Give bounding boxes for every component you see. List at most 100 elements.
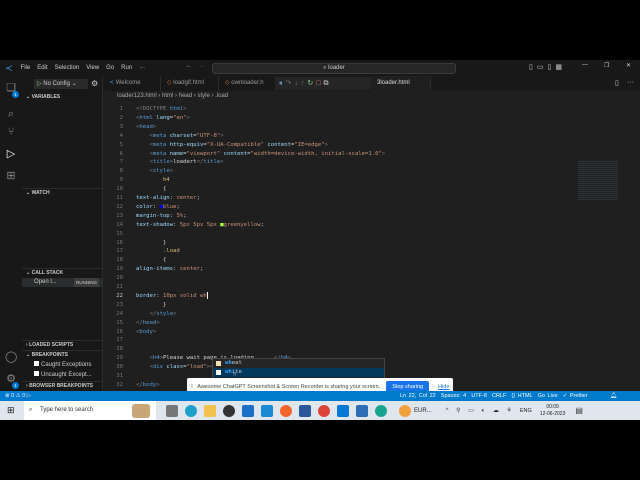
browser-breakpoints-section[interactable]: › BROWSER BREAKPOINTS (22, 381, 103, 390)
code-token: < (136, 355, 153, 362)
code-line: <!DOCTYPE html> (136, 105, 187, 114)
problems-indicator[interactable]: ⊗ 0 ⚠ 0 ▷ (5, 391, 31, 401)
menu-file[interactable]: File (21, 65, 31, 71)
tab-3loader[interactable]: 3loader.html (371, 76, 431, 91)
start-windows-icon[interactable]: ⊞ (7, 405, 15, 416)
checkbox[interactable] (34, 371, 39, 376)
debug-icon[interactable]: ▷ (27, 393, 31, 399)
accounts-icon[interactable]: ◯ (5, 351, 17, 363)
menu-edit[interactable]: Edit (37, 65, 47, 71)
cursor-position[interactable]: Ln 22, Col 22 (400, 393, 436, 399)
tab-loadgif[interactable]: ◇ loadgif.html (161, 76, 219, 91)
code-token: < (136, 364, 153, 371)
split-editor-icon[interactable]: ▯ (615, 79, 619, 87)
call-stack-section[interactable]: ⌄ CALL STACK (22, 268, 103, 277)
extensions-icon[interactable]: ⊞ (5, 170, 17, 182)
go-live[interactable]: Go Live (538, 393, 558, 399)
breadcrumb-head[interactable]: head (179, 93, 192, 99)
vscode-taskbar-icon[interactable] (337, 404, 349, 417)
status-right: Ln 22, Col 22 Spaces: 4 UTF-8 CRLF {} HT… (400, 391, 588, 401)
menu-view[interactable]: View (86, 65, 99, 71)
back-arrow-icon[interactable]: ← (186, 63, 192, 69)
menu-more[interactable]: ··· (139, 65, 145, 71)
breakpoint-uncaught[interactable]: Uncaught Except... (34, 371, 92, 378)
drag-handle-icon[interactable]: ‖ (191, 384, 193, 390)
menu-run[interactable]: Run (121, 65, 132, 71)
code-token: meta (152, 132, 170, 139)
code-token: "viewport" (186, 150, 224, 157)
minimize-icon[interactable]: — (582, 62, 588, 68)
mail-icon[interactable] (242, 404, 254, 417)
breadcrumb-style[interactable]: style (197, 93, 209, 99)
word-icon[interactable] (299, 404, 311, 417)
breakpoint-caught[interactable]: Caught Exceptions (34, 361, 91, 368)
code-editor[interactable]: 1 <!DOCTYPE html> 2 <html lang="en"> 3 <head>… (103, 102, 573, 391)
indentation[interactable]: Spaces: 4 (441, 393, 466, 399)
dell-icon[interactable] (223, 404, 235, 417)
breadcrumb-file[interactable]: loader123.html (117, 93, 157, 99)
firefox-icon[interactable] (280, 404, 292, 417)
taskbar-search[interactable]: ⌕ Type here to search (24, 401, 156, 420)
system-tray-icons[interactable]: ^ ⚲ ▭ 🔈︎ ☁ ⚘ (446, 407, 515, 415)
clock[interactable]: 00:09 12-06-2023 (540, 404, 566, 418)
weather-text[interactable]: EUR... (414, 408, 432, 414)
watch-section[interactable]: ⌄ WATCH (22, 188, 103, 197)
restore-icon[interactable]: ❐ (604, 62, 609, 69)
file-explorer-icon[interactable] (204, 404, 216, 417)
code-line: <title>loadert</title> (136, 158, 223, 167)
restart-icon[interactable]: ↻ (307, 80, 316, 87)
chrome-icon[interactable] (318, 404, 330, 417)
task-view-icon[interactable] (166, 404, 178, 417)
layout-toggle-icons[interactable]: ▯▭▯▦ (529, 63, 566, 71)
tab-ownloader[interactable]: ◇ ownloader.h (219, 76, 277, 91)
code-token: "X-UA-Compatible" (206, 141, 268, 148)
search-icon[interactable]: ⌕ (5, 108, 17, 120)
loaded-scripts-section[interactable]: › LOADED SCRIPTS (22, 340, 103, 349)
code-token: } (136, 239, 167, 246)
close-icon[interactable]: ✕ (626, 62, 631, 69)
suggestion-match: wh (225, 369, 232, 375)
code-token: { (136, 257, 167, 264)
more-actions-icon[interactable]: ··· (627, 79, 634, 86)
forward-arrow-icon[interactable]: → (198, 63, 204, 69)
line-endings[interactable]: CRLF (492, 393, 506, 399)
suggestion-wheat[interactable]: wheat (213, 359, 384, 368)
photos-icon[interactable] (356, 404, 368, 417)
menu-selection[interactable]: Selection (55, 65, 80, 71)
variables-section[interactable]: ⌄ VARIABLES (22, 93, 103, 102)
code-token: "load" (186, 364, 207, 371)
suggestion-rest: eat (231, 360, 242, 366)
minimap[interactable] (578, 160, 618, 200)
code-token: meta (152, 141, 170, 148)
edge-icon[interactable] (185, 404, 197, 417)
language-mode[interactable]: {} HTML (511, 393, 532, 399)
suggestion-white[interactable]: white ☝ (213, 368, 384, 378)
code-token: > (152, 123, 157, 130)
code-token: div (152, 364, 167, 371)
hide-link[interactable]: Hide (438, 384, 449, 390)
breadcrumb-load[interactable]: .load (215, 93, 228, 99)
store-icon[interactable] (261, 404, 273, 417)
edge-dev-icon[interactable] (375, 404, 387, 417)
language-indicator[interactable]: ENG (520, 408, 532, 414)
run-debug-icon[interactable]: ▷ (5, 148, 17, 160)
call-stack-thread[interactable]: Open l... RUNNING (22, 278, 103, 287)
line-number: 29 (116, 355, 123, 362)
inspect-icon[interactable]: ⧉ (323, 80, 331, 87)
prettier[interactable]: ✓ Prettier (563, 393, 588, 399)
code-token: : (156, 292, 163, 299)
encoding[interactable]: UTF-8 (471, 393, 487, 399)
command-center-search[interactable]: ⌕ loader (212, 63, 456, 74)
menu-go[interactable]: Go (106, 65, 114, 71)
notification-center-icon[interactable]: ▤ (575, 406, 583, 415)
checkbox[interactable] (34, 361, 39, 366)
debug-config-select[interactable]: ▷ No Config ⌄ (34, 79, 88, 89)
notifications-bell-icon[interactable]: 🔔︎ (610, 391, 617, 401)
tab-welcome[interactable]: ≺ Welcome (103, 76, 161, 91)
breakpoints-section[interactable]: ⌄ BREAKPOINTS (22, 350, 103, 359)
code-token: < (136, 159, 153, 166)
code-token: head (142, 319, 157, 326)
debug-settings-gear-icon[interactable]: ⚙ (91, 79, 98, 88)
breadcrumb-html[interactable]: html (162, 93, 173, 99)
source-control-icon[interactable]: ⑂ (5, 126, 17, 138)
